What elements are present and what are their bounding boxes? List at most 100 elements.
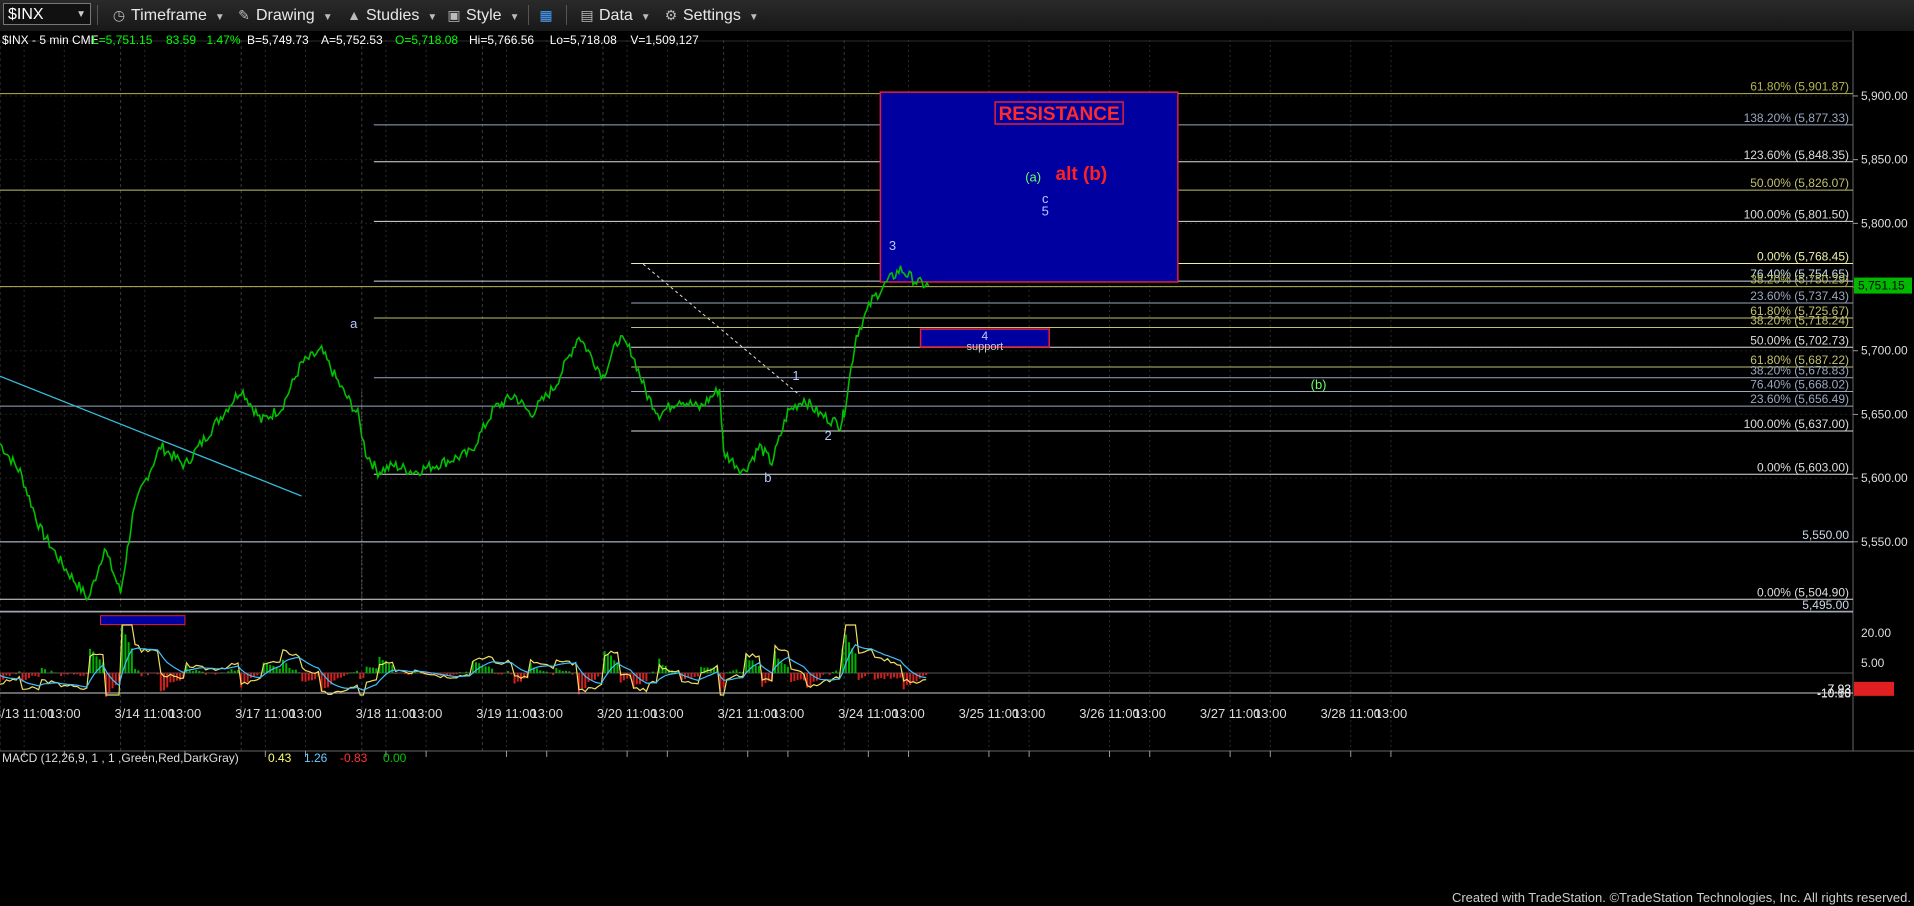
header-field: V=1,509,127 [630,33,699,47]
macd-label: MACD (12,26,9, 1 , 1 ,Green,Red,DarkGray… [2,751,239,765]
price-tick-label: 5,600.00 [1861,471,1908,485]
layout-icon: ▦ [539,7,553,23]
time-tick-label: 13:00 [1133,706,1166,721]
studies-button[interactable]: ▲ Studies ▼ [345,4,437,26]
time-tick-label: 13:00 [1254,706,1287,721]
settings-button[interactable]: ⚙ Settings ▼ [662,4,759,26]
header-field: L=5,751.15 [92,33,153,47]
fib-level-label: 0.00% (5,768.45) [1757,250,1849,264]
wave-label: 3 [889,238,896,253]
macd-value: 0.00 [383,751,407,765]
header-field: Lo=5,718.08 [550,33,617,47]
header-field: Hi=5,766.56 [469,33,534,47]
time-tick-label: 13:00 [410,706,443,721]
chevron-down-icon: ▼ [427,12,438,23]
time-tick-label: 3/27 11:00 [1200,706,1260,721]
time-tick-label: 13:00 [651,706,684,721]
fib-level-label: 5,495.00 [1802,598,1849,612]
wave-label: b [764,470,771,485]
fib-level-label: 76.40% (5,668.02) [1750,377,1849,391]
wave-label: (b) [1311,377,1327,392]
chevron-down-icon[interactable]: ▼ [76,4,86,26]
time-tick-label: 3/13 11:00 [0,706,54,721]
clock-icon: ◷ [112,7,126,23]
macd-axis-label: -10.00 [1817,686,1851,700]
fib-level-label: 100.00% (5,637.00) [1744,417,1849,431]
price-tick-label: 5,700.00 [1861,344,1908,358]
price-tick-label: 5,900.00 [1861,89,1908,103]
symbol-input[interactable]: $INX ▼ [3,3,91,25]
drawing-button[interactable]: ✎ Drawing ▼ [235,4,333,26]
macd-axis-label: 5.00 [1861,656,1885,670]
wave-label: 1 [792,368,799,383]
fib-level-label: 38.20% (5,678.83) [1750,364,1849,378]
fib-level-label: 100.00% (5,801.50) [1744,207,1849,221]
header-field: 83.59 [166,33,196,47]
fib-level-label: 50.00% (5,826.07) [1750,176,1849,190]
time-tick-label: 13:00 [1375,706,1408,721]
wave-label: a [350,316,358,331]
fib-level-label: 38.20% (5,718.24) [1750,314,1849,328]
price-tick-label: 5,650.00 [1861,407,1908,421]
toolbar: $INX ▼ ◷ Timeframe ▼ ✎ Drawing ▼ ▲ Studies ▼ ▣ S… [0,0,1914,32]
time-tick-label: 3/26 11:00 [1079,706,1139,721]
chevron-down-icon: ▼ [322,12,333,23]
wave-label: (a) [1025,169,1041,184]
chevron-down-icon: ▼ [509,12,520,23]
layout-button[interactable]: ▦ [537,4,558,26]
time-tick-label: 3/14 11:00 [114,706,174,721]
macd-value: -0.83 [340,751,368,765]
data-button[interactable]: ▤ Data ▼ [578,4,651,26]
timeframe-button[interactable]: ◷ Timeframe ▼ [110,4,225,26]
chevron-down-icon: ▼ [748,12,759,23]
fib-level-label: 5,550.00 [1802,528,1849,542]
fib-level-label: 61.80% (5,901.87) [1750,80,1849,94]
chevron-down-icon: ▼ [214,12,225,23]
time-tick-label: 3/20 11:00 [597,706,657,721]
target-zone [100,615,186,626]
toolbar-divider [97,5,98,25]
copyright-footer: Created with TradeStation. ©TradeStation… [1452,890,1911,905]
bar-chart-icon: ▤ [580,7,594,23]
time-tick-label: 13:00 [892,706,925,721]
resistance-label: RESISTANCE [999,104,1120,125]
pencil-icon: ✎ [238,7,250,23]
header-field: B=5,749.73 [247,33,309,47]
header-field: 1.47% [207,33,241,47]
time-tick-label: 3/28 11:00 [1320,706,1380,721]
toolbar-divider [528,5,529,25]
time-tick-label: 13:00 [48,706,81,721]
time-tick-label: 3/19 11:00 [476,706,536,721]
time-tick-label: 13:00 [530,706,563,721]
last-price-label: 5,751.15 [1858,279,1905,293]
time-tick-label: 13:00 [1013,706,1046,721]
gear-icon: ⚙ [664,7,678,23]
time-tick-label: 13:00 [169,706,202,721]
wave-label: 2 [825,428,832,443]
chevron-down-icon: ▼ [640,12,651,23]
macd-value-tag [1854,681,1894,696]
style-button[interactable]: ▣ Style ▼ [445,4,519,26]
toolbar-divider [566,5,567,25]
price-tick-label: 5,550.00 [1861,535,1908,549]
macd-value: 1.26 [304,751,328,765]
fib-level-label: 123.60% (5,848.35) [1744,148,1849,162]
time-tick-label: 3/21 11:00 [717,706,777,721]
symbol-caption: $INX - 5 min CME [2,33,99,47]
fib-level-label: 38.20% (5,750.29) [1750,273,1849,287]
fib-level-label: 23.60% (5,656.49) [1750,392,1849,406]
price-tick-label: 5,850.00 [1861,153,1908,167]
time-tick-label: 3/24 11:00 [838,706,898,721]
price-chart[interactable]: 61.80% (5,901.87)138.20% (5,877.33)123.6… [0,31,1914,906]
flask-icon: ▲ [347,7,361,23]
time-tick-label: 3/25 11:00 [959,706,1019,721]
fib-level-label: 50.00% (5,702.73) [1750,333,1849,347]
time-tick-label: 3/18 11:00 [356,706,416,721]
fib-level-label: 138.20% (5,877.33) [1744,111,1849,125]
macd-axis-label: 20.00 [1861,626,1891,640]
support-label: support [967,341,1004,353]
time-tick-label: 3/17 11:00 [235,706,295,721]
wave-label: alt (b) [1056,164,1108,185]
fib-level-label: 23.60% (5,737.43) [1750,289,1849,303]
style-icon: ▣ [447,7,461,23]
